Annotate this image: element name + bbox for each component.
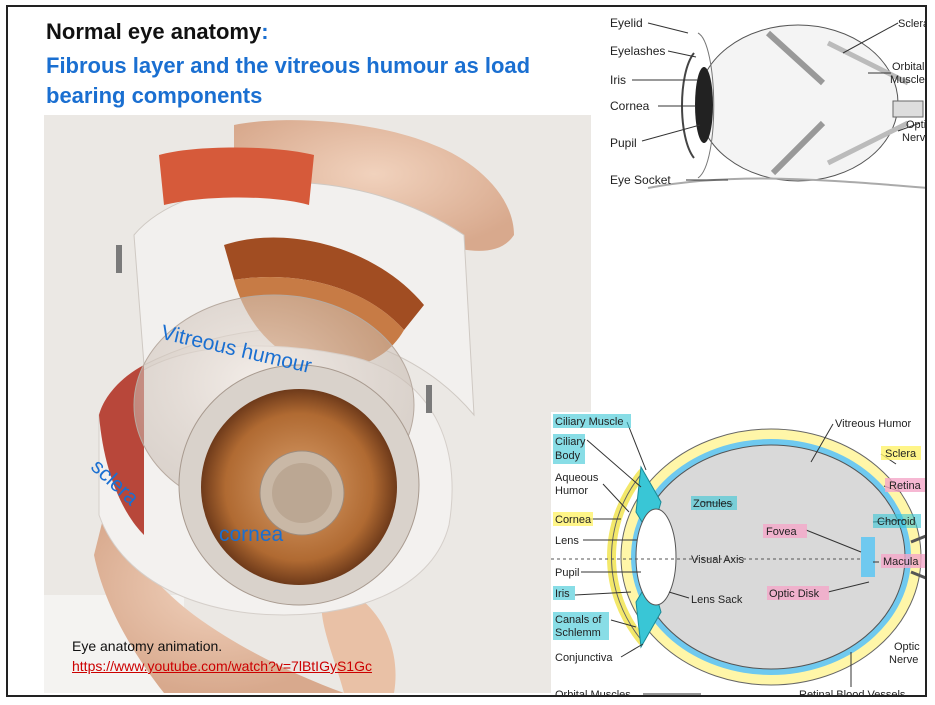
label-sclera: Sclera (898, 18, 927, 30)
label-eye-socket: Eye Socket (610, 173, 671, 187)
label-lens: Lens (555, 535, 579, 547)
label-orbital: Orbital (892, 61, 924, 73)
label-ciliary: Ciliary (555, 436, 586, 448)
label-fovea: Fovea (766, 526, 797, 538)
cornea-label: cornea (219, 523, 284, 546)
label-nerve-bottom: Nerve (889, 654, 918, 666)
label-nerve: Nerve (902, 132, 927, 144)
label-iris: Iris (610, 73, 626, 87)
eye-cross-section-diagram: Ciliary Muscle Ciliary Body Aqueous Humo… (551, 412, 925, 697)
label-iris-bottom: Iris (555, 588, 570, 600)
eye-side-view-svg: Eyelid Eyelashes Iris Cornea Pupil Eye S… (610, 16, 927, 189)
title-colon: : (261, 19, 269, 44)
label-choroid: Choroid (877, 516, 916, 528)
eye-model-photo: Vitreous humour sclera cornea (44, 115, 591, 693)
label-pupil: Pupil (610, 136, 637, 150)
label-optic-bottom: Optic (894, 641, 920, 653)
eye-cross-section-svg: Ciliary Muscle Ciliary Body Aqueous Humo… (551, 414, 925, 697)
label-aqueous: Aqueous (555, 472, 599, 484)
label-sclera-bottom: Sclera (885, 448, 917, 460)
slide: Normal eye anatomy: Fibrous layer and th… (6, 5, 927, 697)
label-retinal-blood-vessels: Retinal Blood Vessels (799, 689, 906, 697)
label-body: Body (555, 450, 581, 462)
label-humor: Humor (555, 485, 588, 497)
label-retina: Retina (889, 480, 922, 492)
label-eyelid: Eyelid (610, 16, 643, 30)
label-muscles: Muscles (890, 74, 927, 86)
slide-title: Normal eye anatomy: (46, 19, 269, 45)
video-link[interactable]: https://www.youtube.com/watch?v=7lBtIGyS… (72, 658, 372, 674)
label-ciliary-muscle: Ciliary Muscle (555, 416, 623, 428)
label-vitreous-humor: Vitreous Humor (835, 418, 912, 430)
label-cornea-bottom: Cornea (555, 514, 592, 526)
label-canals-of: Canals of (555, 614, 602, 626)
label-cornea: Cornea (610, 99, 650, 113)
label-macula: Macula (883, 556, 919, 568)
label-eyelashes: Eyelashes (610, 44, 665, 58)
label-lens-sack: Lens Sack (691, 594, 743, 606)
label-zonules: Zonules (693, 498, 733, 510)
eye-model-illustration (44, 115, 591, 693)
label-schlemm: Schlemm (555, 627, 601, 639)
title-text: Normal eye anatomy (46, 19, 262, 44)
label-orbital-muscles: Orbital Muscles (555, 689, 631, 697)
label-optic: Optic (906, 119, 927, 131)
label-visual-axis: Visual Axis (691, 554, 744, 566)
label-conjunctiva: Conjunctiva (555, 652, 613, 664)
label-optic-disk: Optic Disk (769, 588, 820, 600)
label-pupil-bottom: Pupil (555, 567, 579, 579)
eye-side-view-diagram: Eyelid Eyelashes Iris Cornea Pupil Eye S… (608, 13, 927, 193)
caption: Eye anatomy animation. (72, 638, 223, 654)
slide-subtitle: Fibrous layer and the vitreous humour as… (46, 53, 531, 108)
